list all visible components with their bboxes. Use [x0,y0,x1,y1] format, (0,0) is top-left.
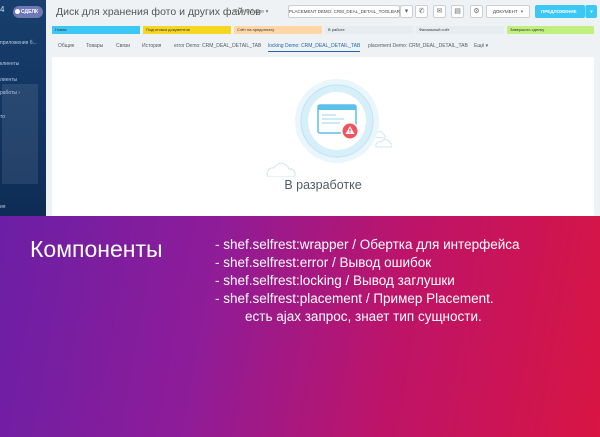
list-item: - shef.selfrest:placement / Пример Place… [215,291,494,306]
sidebar-item[interactable]: то [0,114,5,120]
sidebar-item[interactable]: работы › [0,90,20,96]
sidebar-item[interactable]: ия [0,204,6,210]
mail-icon[interactable]: ✉ [433,5,446,18]
left-sidebar: 4 СДЕЛК приложения б... клиенты лиенты р… [0,0,46,216]
cloud-icon [375,139,392,148]
tab-history[interactable]: История [142,43,161,49]
under-construction-text: В разработке [284,178,362,192]
tab-error-demo[interactable]: error Demo: CRM_DEAL_DETAIL_TAB [174,43,261,49]
document-button[interactable]: ДОКУМЕНТ [486,5,530,18]
list-item: - shef.selfrest:wrapper / Обертка для ин… [215,237,520,252]
components-banner: Компоненты - shef.selfrest:wrapper / Обе… [0,216,600,437]
stage-final-invoice[interactable]: Финальный счёт [416,26,504,34]
stage-prepayment[interactable]: Счёт на предоплату [234,26,322,34]
phone-icon[interactable]: ✆ [415,5,428,18]
tab-locking-demo[interactable]: locking Demo: CRM_DEAL_DETAIL_TAB [268,43,361,52]
stage-in-progress[interactable]: В работе [325,26,413,34]
proposal-dropdown-icon[interactable]: ▾ [585,5,597,18]
tab-links[interactable]: Связи [116,43,130,49]
list-item: - shef.selfrest:error / Вывод ошибок [215,255,432,270]
sidebar-submenu-panel [2,84,38,184]
tab-general[interactable]: Общие [58,43,74,49]
proposal-button[interactable]: ПРЕДЛОЖЕНИЕ [535,5,585,18]
tab-products[interactable]: Товары [86,43,103,49]
detail-tabs: Общие Товары Связи История error Demo: C… [46,40,600,54]
components-list: - shef.selfrest:wrapper / Обертка для ин… [215,236,520,326]
list-item: - shef.selfrest:locking / Вывод заглушки [215,273,455,288]
sidebar-item[interactable]: лиенты [0,77,17,83]
under-construction-illustration [266,79,392,177]
title-actions[interactable]: ⚲ ⚙ Общие ▾ [234,9,268,15]
banner-title: Компоненты [30,236,163,262]
cloud-icon [266,162,296,177]
list-item: есть ajax запрос, знает тип сущности. [245,309,482,324]
stage-close-deal[interactable]: Завершить сделку [507,26,594,34]
chevron-down-icon[interactable]: ▾ [400,5,413,18]
page-title: Диск для хранения фото и других файлов [56,6,261,18]
chat-icon[interactable]: ▤ [451,5,464,18]
stage-documents[interactable]: Подготовка документов [143,26,231,34]
sidebar-logo-fragment: 4 [0,5,5,14]
sidebar-deal-badge[interactable]: СДЕЛК [13,6,43,18]
sidebar-item[interactable]: клиенты [0,61,19,67]
stage-new[interactable]: Новая [52,26,140,34]
placement-toolbar-button[interactable]: PLACEMENT DEMO: CRM_DEAL_DETAIL_TOOLBAR [288,5,400,18]
tab-more[interactable]: Ещё ▾ [474,43,488,49]
sidebar-item[interactable]: приложения б... [0,40,37,46]
crm-deal-window: Диск для хранения фото и других файлов ⚲… [46,0,600,216]
title-bar: Диск для хранения фото и других файлов ⚲… [46,0,600,22]
tab-content-panel: В разработке [52,57,594,216]
gear-icon[interactable]: ⚙ [470,5,483,18]
tab-placement-demo[interactable]: placement Demo: CRM_DEAL_DETAIL_TAB [368,43,468,49]
deal-stage-bar: Новая Подготовка документов Счёт на пред… [52,26,594,34]
